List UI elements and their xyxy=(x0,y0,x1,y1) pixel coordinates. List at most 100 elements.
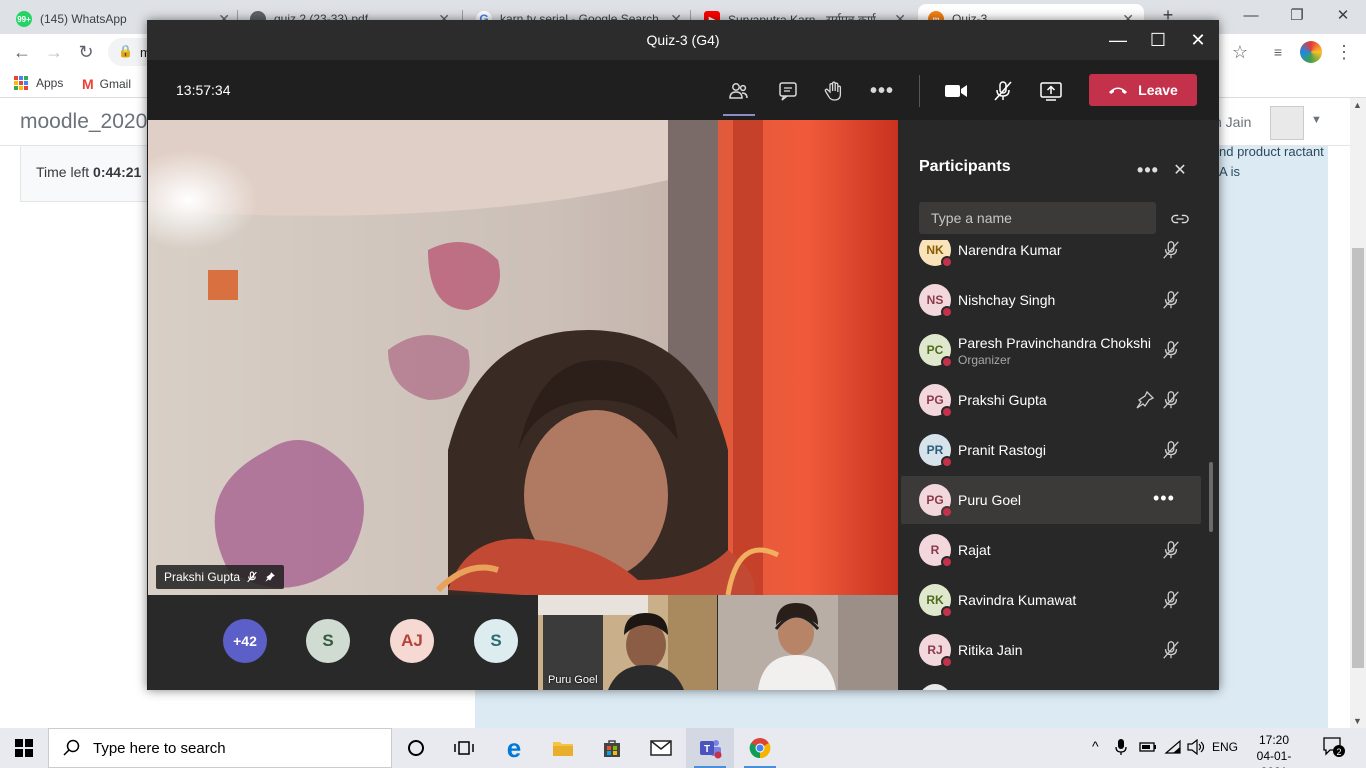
microphone-off-icon xyxy=(1163,541,1179,559)
more-options-icon[interactable]: ••• xyxy=(1153,488,1175,509)
participant-name: Paresh Pravinchandra Chokshi xyxy=(958,335,1151,351)
main-video-feed[interactable]: Prakshi Gupta xyxy=(148,120,898,595)
edge-app[interactable]: e xyxy=(490,728,538,768)
microphone-off-icon xyxy=(1163,391,1179,409)
status-badge xyxy=(941,456,953,468)
wifi-icon[interactable] xyxy=(1164,739,1182,758)
close-panel-icon[interactable]: ✕ xyxy=(1168,158,1192,182)
panel-scrollbar-thumb[interactable] xyxy=(1209,462,1213,532)
hand-icon xyxy=(824,81,842,101)
scrollbar-thumb[interactable] xyxy=(1352,248,1364,668)
store-bag-icon xyxy=(604,740,620,757)
more-options-icon[interactable]: ••• xyxy=(1136,158,1160,182)
volume-icon[interactable] xyxy=(1187,738,1205,758)
windows-taskbar: e T ^ ENG 17:20 04-01-2021 2 xyxy=(0,728,1366,768)
profile-avatar[interactable] xyxy=(1300,41,1322,63)
chat-button[interactable] xyxy=(775,78,801,104)
site-title[interactable]: moodle_2020- xyxy=(20,110,154,134)
page-scrollbar[interactable]: ▲ ▼ xyxy=(1350,98,1366,728)
bookmark-gmail[interactable]: M Gmail xyxy=(82,76,131,92)
status-badge xyxy=(941,256,953,268)
avatar xyxy=(919,684,951,690)
system-clock[interactable]: 17:20 04-01-2021 xyxy=(1244,732,1304,768)
participant-search-input[interactable] xyxy=(919,202,1156,234)
timer-label: Time left xyxy=(36,164,94,180)
mute-button[interactable] xyxy=(990,78,1016,104)
clock-date: 04-01-2021 xyxy=(1256,749,1292,768)
close-icon[interactable]: ✕ xyxy=(1320,0,1366,30)
cortana-button[interactable] xyxy=(392,728,440,768)
participant-row[interactable]: NS Nishchay Singh xyxy=(901,276,1201,324)
chrome-menu-icon[interactable]: ⋮ xyxy=(1332,40,1356,64)
file-explorer-app[interactable] xyxy=(539,728,587,768)
more-actions-icon[interactable]: ••• xyxy=(869,78,895,104)
raise-hand-button[interactable] xyxy=(821,78,847,104)
avatar: PC xyxy=(919,334,953,368)
search-input[interactable] xyxy=(93,739,373,757)
participant-row[interactable]: PR Pranit Rastogi xyxy=(901,426,1201,474)
mail-app[interactable] xyxy=(637,728,685,768)
video-tile-participant[interactable] xyxy=(718,595,898,690)
pin-icon[interactable] xyxy=(1135,390,1155,410)
omnibox[interactable]: 🔒 m xyxy=(108,38,151,66)
close-icon[interactable]: ✕ xyxy=(1186,28,1210,52)
participants-button[interactable] xyxy=(723,78,755,116)
participant-row[interactable]: PG Prakshi Gupta xyxy=(901,376,1201,424)
pin-icon xyxy=(265,572,275,582)
reload-icon[interactable]: ↻ xyxy=(74,40,98,64)
minimize-icon[interactable]: — xyxy=(1228,0,1274,30)
input-language[interactable]: ENG xyxy=(1212,740,1238,754)
participant-name: Narendra Kumar xyxy=(958,242,1062,258)
participant-row[interactable]: PC Paresh Pravinchandra Chokshi Organize… xyxy=(901,326,1201,374)
store-app[interactable] xyxy=(588,728,636,768)
edge-icon: e xyxy=(506,732,522,763)
teams-titlebar: Quiz-3 (G4) — ☐ ✕ xyxy=(147,20,1219,60)
status-badge xyxy=(941,556,953,568)
whatsapp-icon: 99+ xyxy=(16,11,32,27)
reading-list-icon[interactable]: ≡ xyxy=(1266,40,1290,64)
video-tile-puru-goel[interactable]: Puru Goel xyxy=(538,595,717,690)
bookmark-star-icon[interactable]: ☆ xyxy=(1228,40,1252,64)
start-button[interactable] xyxy=(0,728,48,768)
leave-button[interactable]: Leave xyxy=(1089,74,1197,106)
avatar: NK xyxy=(919,240,953,268)
taskbar-search[interactable] xyxy=(48,728,392,768)
microphone-off-icon xyxy=(1163,441,1179,459)
avatar: RJ xyxy=(919,634,953,668)
forward-arrow-icon[interactable]: → xyxy=(42,40,66,64)
bookmark-apps[interactable]: Apps xyxy=(14,76,63,90)
share-screen-button[interactable] xyxy=(1038,78,1064,104)
teams-app[interactable]: T xyxy=(686,728,734,768)
participant-row[interactable]: R Rajat xyxy=(901,526,1201,574)
maximize-icon[interactable]: ☐ xyxy=(1146,28,1170,52)
participant-row[interactable]: NK Narendra Kumar xyxy=(901,240,1201,274)
microphone-off-icon xyxy=(247,571,257,583)
task-view-button[interactable] xyxy=(440,728,488,768)
battery-plug-icon xyxy=(1139,742,1156,752)
participant-name: Ritika Jain xyxy=(958,642,1023,658)
participant-name: Puru Goel xyxy=(958,492,1022,508)
participant-row[interactable]: PG Puru Goel ••• xyxy=(901,476,1201,524)
notifications-button[interactable]: 2 xyxy=(1322,736,1346,761)
chevron-down-icon[interactable]: ▼ xyxy=(1311,114,1322,126)
overflow-participants-button[interactable]: +42 xyxy=(223,619,267,663)
participant-row[interactable]: RK Ravindra Kumawat xyxy=(901,576,1201,624)
share-invite-button[interactable] xyxy=(1168,207,1192,231)
participant-row[interactable]: RJ Ritika Jain xyxy=(901,626,1201,674)
participant-avatar[interactable]: AJ xyxy=(390,619,434,663)
camera-button[interactable] xyxy=(943,78,969,104)
scroll-down-icon[interactable]: ▼ xyxy=(1353,716,1362,726)
participant-avatar[interactable]: S xyxy=(306,619,350,663)
user-avatar[interactable] xyxy=(1270,106,1304,140)
battery-icon[interactable] xyxy=(1139,740,1157,757)
back-arrow-icon[interactable]: ← xyxy=(10,40,34,64)
microphone-icon[interactable] xyxy=(1115,738,1127,759)
scroll-up-icon[interactable]: ▲ xyxy=(1353,100,1362,110)
restore-icon[interactable]: ❐ xyxy=(1274,0,1320,30)
show-hidden-icons[interactable]: ^ xyxy=(1092,738,1099,754)
participant-row[interactable] xyxy=(901,676,1201,690)
minimize-icon[interactable]: — xyxy=(1106,28,1130,52)
toolbar-divider xyxy=(919,75,920,107)
participant-avatar[interactable]: S xyxy=(474,619,518,663)
chrome-app[interactable] xyxy=(736,728,784,768)
